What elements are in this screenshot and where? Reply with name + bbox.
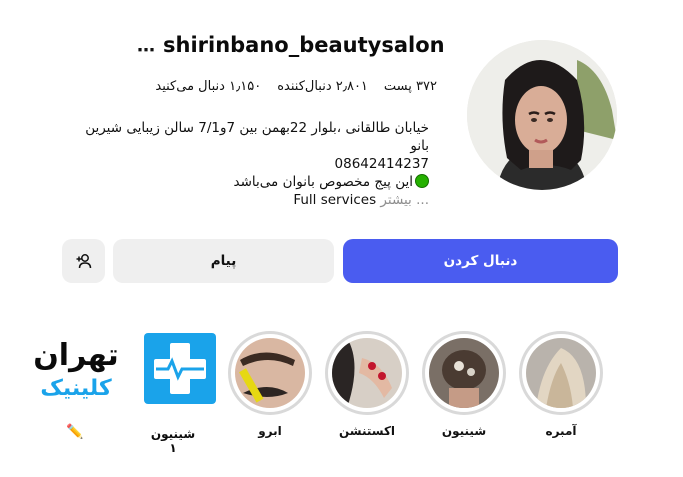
tehran-clinic-logo[interactable]: تهران کلینیک [6, 331, 218, 406]
bio-more-link[interactable]: بیشتر ... [380, 192, 429, 208]
message-button[interactable]: پیام [113, 239, 334, 283]
followers-count[interactable]: ۲٫۸۰۱ دنبال‌کننده [277, 79, 368, 94]
following-count[interactable]: ۱٫۱۵۰ دنبال می‌کنید [155, 79, 261, 94]
highlight-label: اکستنشن [338, 424, 396, 438]
pencil-icon[interactable]: ✏️ [66, 424, 83, 440]
suggested-accounts-button[interactable] [62, 239, 105, 283]
bio-notice: این پیج مخصوص بانوان می‌باشد [59, 173, 429, 191]
bio-address: خیابان طالقانی ،بلوار 22بهمن بین 7و7/1 س… [85, 120, 429, 136]
profile-username: shirinbano_beautysalon [163, 33, 445, 57]
highlight-label: شینیون [441, 424, 487, 438]
bio-address-cont: بانو [410, 138, 429, 154]
profile-stats: ۳۷۲ پست ۲٫۸۰۱ دنبال‌کننده ۱٫۱۵۰ دنبال می… [155, 79, 437, 94]
add-person-icon [76, 254, 91, 269]
highlight-label: آمبره [545, 424, 577, 438]
follow-button[interactable]: دنبال کردن [343, 239, 618, 283]
highlight-eyebrow[interactable]: ابرو [227, 331, 313, 438]
highlight-ombre[interactable]: آمبره [518, 331, 604, 438]
green-circle-icon [415, 174, 429, 188]
profile-avatar[interactable] [467, 40, 617, 190]
more-options-icon[interactable]: ⋯ [137, 40, 156, 61]
clinic-title: تهران [33, 338, 119, 373]
bio-services: Full services بیشتر ... [59, 191, 429, 209]
highlight-chignon[interactable]: شینیون [421, 331, 507, 438]
posts-count[interactable]: ۳۷۲ پست [384, 79, 437, 94]
profile-bio: خیابان طالقانی ،بلوار 22بهمن بین 7و7/1 س… [59, 119, 429, 209]
clinic-subtitle: کلینیک [40, 376, 111, 401]
highlight-label[interactable]: شینیون ۱ [148, 427, 198, 455]
bio-notice-text: این پیج مخصوص بانوان می‌باشد [233, 174, 413, 190]
bio-phone: 08642414237 [334, 156, 429, 172]
bio-services-text: Full services [293, 192, 377, 208]
highlight-extension[interactable]: اکستنشن [324, 331, 410, 438]
highlight-label: ابرو [258, 424, 282, 438]
